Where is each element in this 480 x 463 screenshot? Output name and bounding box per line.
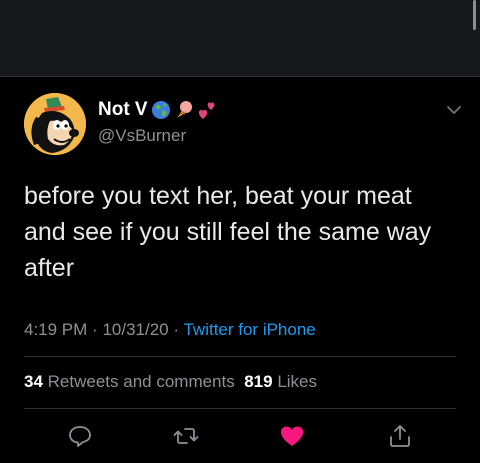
tweet-source-link[interactable]: Twitter for iPhone	[183, 320, 315, 339]
display-name[interactable]: Not V	[98, 99, 148, 121]
ice-cream-icon	[176, 101, 192, 118]
user-handle[interactable]: @VsBurner	[98, 126, 186, 146]
meta-separator: ·	[92, 320, 98, 339]
display-name-row[interactable]: Not V	[98, 99, 217, 121]
tweet-meta: 4:19 PM · 10/31/20 · Twitter for iPhone	[24, 320, 316, 340]
tweet-text: before you text her, beat your meat and …	[24, 182, 432, 282]
likes-stat[interactable]: 819 Likes	[244, 372, 317, 391]
avatar[interactable]	[24, 93, 86, 155]
globe-icon	[151, 101, 170, 119]
likes-count: 819	[244, 372, 273, 391]
chevron-down-icon[interactable]	[444, 100, 464, 120]
retweets-stat[interactable]: 34 Retweets and comments	[24, 372, 235, 391]
divider	[24, 408, 456, 409]
likes-label: Likes	[277, 372, 317, 391]
tweet-stats: 34 Retweets and comments 819 Likes	[24, 372, 317, 392]
scroll-indicator[interactable]	[473, 0, 476, 30]
tweet-time: 4:19 PM	[24, 320, 88, 339]
retweets-count: 34	[24, 372, 43, 391]
goofy-avatar-icon	[24, 93, 86, 155]
top-divider	[0, 76, 480, 77]
tweet-date: 10/31/20	[102, 320, 169, 339]
share-icon[interactable]	[386, 422, 414, 450]
tweet-detail-screen: Not V @VsBurner before you text her, bea…	[0, 0, 480, 463]
top-bar	[0, 0, 480, 76]
tweet-actions	[0, 418, 480, 454]
meta-separator: ·	[173, 320, 180, 339]
retweets-label: Retweets and comments	[47, 372, 235, 391]
two-hearts-icon	[198, 102, 214, 119]
divider	[24, 356, 456, 357]
like-icon[interactable]	[278, 422, 306, 450]
reply-icon[interactable]	[66, 422, 94, 450]
retweet-icon[interactable]	[172, 422, 200, 450]
